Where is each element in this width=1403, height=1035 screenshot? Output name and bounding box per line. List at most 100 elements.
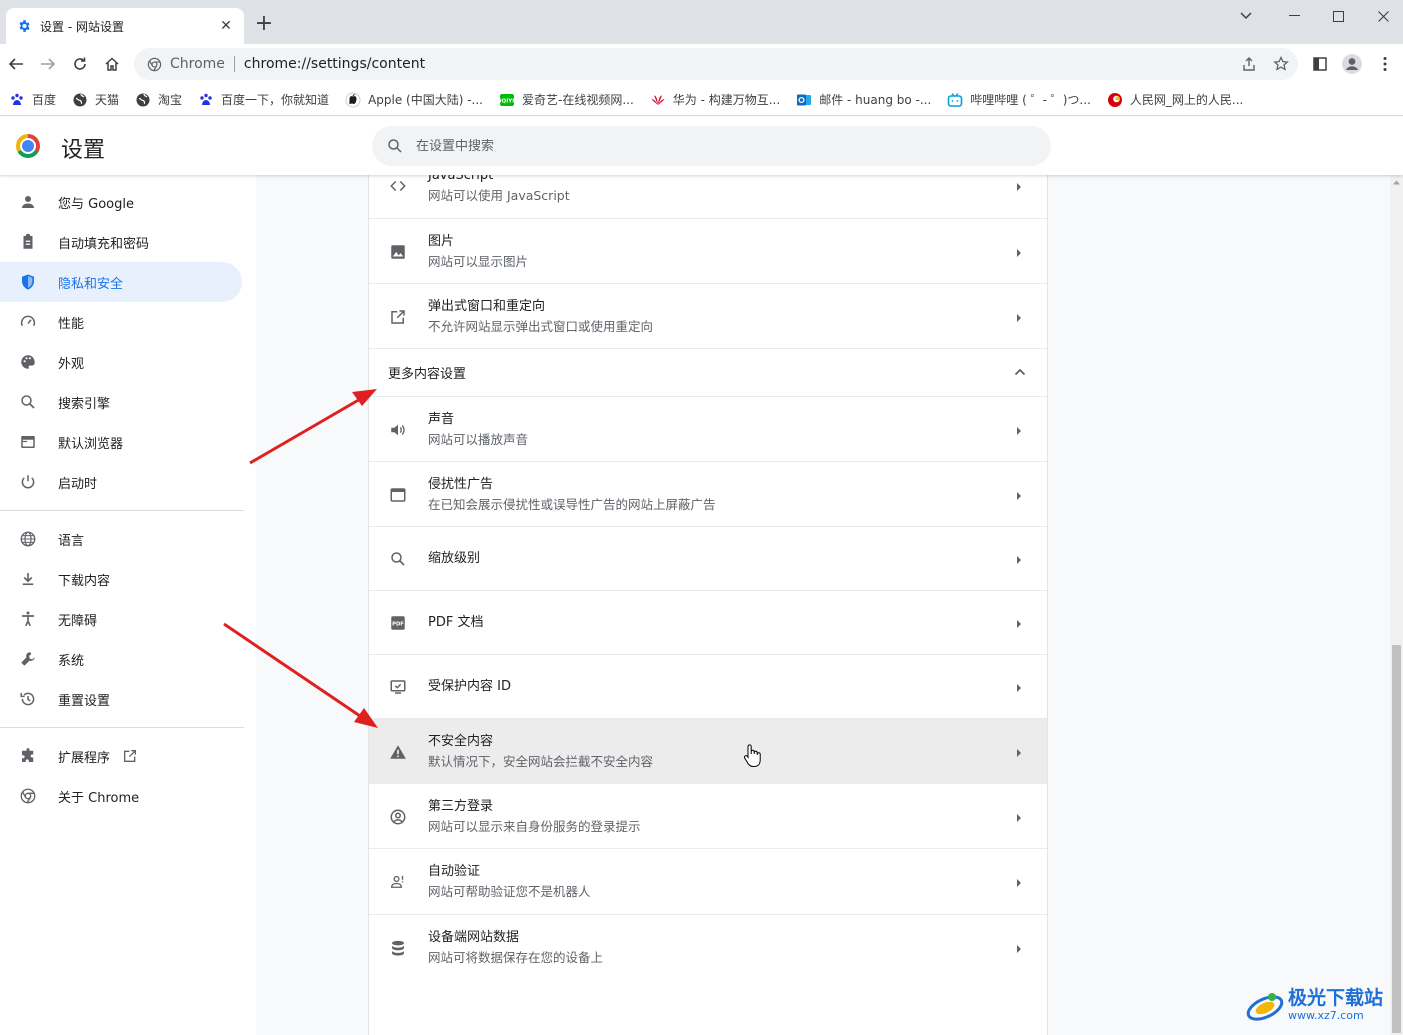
pdf-icon: PDF	[388, 613, 408, 633]
bookmark-item[interactable]: 百度一下，你就知道	[198, 91, 329, 108]
verified-user-icon	[388, 872, 408, 892]
settings-sidebar: 您与 Google 自动填充和密码 隐私和安全性能 外观 搜索引擎 默认浏览器 启动时语言下…	[0, 175, 256, 1035]
new-tab-button[interactable]: +	[254, 13, 274, 35]
page-scrollbar[interactable]	[1390, 175, 1403, 1035]
chevron-right-icon	[1015, 554, 1023, 564]
sidebar-item[interactable]: 外观	[0, 342, 242, 382]
close-window-button[interactable]	[1363, 4, 1403, 28]
sidebar-item[interactable]: 扩展程序	[0, 736, 242, 776]
sidebar-divider	[0, 727, 244, 728]
sidebar-item[interactable]: 自动填充和密码	[0, 222, 242, 262]
globe-icon	[18, 529, 38, 549]
accessibility-icon	[18, 609, 38, 629]
maximize-button[interactable]	[1318, 4, 1358, 28]
bookmark-item[interactable]: iQIYI 爱奇艺-在线视频网...	[499, 91, 634, 108]
bookmark-item[interactable]: 百度	[9, 91, 56, 108]
tab-search-button[interactable]	[1226, 4, 1266, 28]
row-label: 第三方登录	[428, 799, 494, 814]
content-setting-row[interactable]: 第三方登录 网站可以显示来自身份服务的登录提示	[369, 783, 1047, 848]
bookmark-star-icon[interactable]	[1272, 55, 1290, 73]
row-label: 图片	[428, 234, 455, 249]
page-title: 设置	[61, 138, 106, 163]
chevron-right-icon	[1015, 312, 1023, 322]
sidebar-item[interactable]: 语言	[0, 519, 242, 559]
share-icon[interactable]	[1240, 55, 1258, 73]
database-icon	[388, 938, 408, 958]
svg-text:iQIYI: iQIYI	[500, 98, 515, 104]
sidebar-item[interactable]: 您与 Google	[0, 182, 242, 222]
bookmark-item[interactable]: 华为 - 构建万物互...	[650, 91, 780, 108]
menu-button[interactable]	[1372, 51, 1398, 77]
scrollbar-thumb[interactable]	[1392, 645, 1401, 1033]
tab-close-button[interactable]: ✕	[218, 18, 234, 34]
row-label: 自动验证	[428, 864, 481, 879]
bookmark-item[interactable]: 淘宝	[135, 91, 182, 108]
content-setting-row[interactable]: 受保护内容 ID	[369, 654, 1047, 718]
more-vert-icon	[1383, 57, 1387, 71]
content-setting-row[interactable]: 弹出式窗口和重定向 不允许网站显示弹出式窗口或使用重定向	[369, 283, 1047, 348]
content-setting-row[interactable]: 声音 网站可以播放声音	[369, 396, 1047, 461]
sidebar-item-label: 自动填充和密码	[58, 236, 150, 252]
sidebar-item-label: 隐私和安全	[58, 276, 124, 292]
sidebar-item[interactable]: 启动时	[0, 462, 242, 502]
bookmark-item[interactable]: 人民网_网上的人民...	[1107, 91, 1243, 108]
sidebar-item[interactable]: 关于 Chrome	[0, 776, 242, 816]
content-setting-row[interactable]: PDF PDF 文档	[369, 590, 1047, 654]
chrome-site-icon	[146, 56, 162, 72]
content-setting-row[interactable]: 不安全内容 默认情况下，安全网站会拦截不安全内容	[369, 718, 1047, 783]
protected-content-icon	[388, 677, 408, 697]
row-label: 声音	[428, 412, 455, 427]
bookmark-item[interactable]: 哔哩哔哩 ( ゜- ゜)つ...	[947, 91, 1091, 108]
forward-button[interactable]	[35, 51, 61, 77]
chevron-right-icon	[1015, 425, 1023, 435]
sidebar-item[interactable]: 无障碍	[0, 599, 242, 639]
sidebar-item[interactable]: 性能	[0, 302, 242, 342]
side-panel-button[interactable]	[1307, 51, 1333, 77]
back-button[interactable]	[3, 51, 29, 77]
settings-search-box[interactable]	[372, 126, 1051, 166]
row-sublabel: 网站可以显示图片	[428, 254, 529, 269]
settings-search-input[interactable]	[416, 138, 1016, 154]
scroll-up-arrow-icon[interactable]	[1393, 179, 1400, 186]
row-label: 设备端网站数据	[428, 930, 520, 945]
profile-button[interactable]	[1339, 51, 1365, 77]
sidebar-item[interactable]: 默认浏览器	[0, 422, 242, 462]
url-text[interactable]: chrome://settings/content	[244, 56, 425, 72]
row-text: 弹出式窗口和重定向 不允许网站显示弹出式窗口或使用重定向	[428, 297, 653, 337]
content-setting-row[interactable]: 自动验证 网站可帮助验证您不是机器人	[369, 848, 1047, 914]
tab-settings[interactable]: 设置 - 网站设置 ✕	[6, 8, 244, 44]
reload-button[interactable]	[67, 51, 93, 77]
sidebar-item[interactable]: 隐私和安全	[0, 262, 242, 302]
content-setting-row[interactable]: 缩放级别	[369, 526, 1047, 590]
ad-window-icon	[388, 485, 408, 505]
hand-cursor-icon	[743, 744, 761, 767]
chevron-right-icon	[1015, 682, 1023, 692]
sidebar-item[interactable]: 重置设置	[0, 679, 242, 719]
sidebar-item[interactable]: 系统	[0, 639, 242, 679]
browser-icon	[18, 432, 38, 452]
chevron-up-icon[interactable]	[1013, 365, 1027, 379]
sidebar-item-label: 无障碍	[58, 613, 98, 629]
person-icon	[18, 192, 38, 212]
bookmark-item[interactable]: 邮件 - huang bo -...	[796, 91, 931, 108]
bookmark-label: 邮件 - huang bo -...	[819, 93, 932, 107]
bookmark-item[interactable]: Apple (中国大陆) -...	[345, 91, 483, 108]
address-bar[interactable]: Chrome chrome://settings/content	[134, 48, 1298, 80]
bookmark-item[interactable]: 天猫	[72, 91, 119, 108]
sidebar-item[interactable]: 搜索引擎	[0, 382, 242, 422]
globe-icon	[72, 92, 88, 108]
baidu-icon	[9, 92, 25, 108]
iqiyi-icon: iQIYI	[499, 92, 515, 108]
more-content-settings-header[interactable]: 更多内容设置	[369, 348, 1047, 396]
row-label: 侵扰性广告	[428, 477, 494, 492]
content-setting-row[interactable]: JavaScript 网站可以使用 JavaScript	[369, 175, 1047, 218]
people-icon	[1107, 92, 1123, 108]
home-button[interactable]	[99, 51, 125, 77]
content-setting-row[interactable]: 设备端网站数据 网站可将数据保存在您的设备上	[369, 914, 1047, 979]
content-setting-row[interactable]: 图片网站可以显示图片	[369, 218, 1047, 283]
content-setting-row[interactable]: 侵扰性广告 在已知会展示侵扰性或误导性广告的网站上屏蔽广告	[369, 461, 1047, 526]
sidebar-item[interactable]: 下载内容	[0, 559, 242, 599]
minimize-button[interactable]	[1274, 4, 1314, 28]
side-panel-icon	[1313, 57, 1327, 71]
volume-icon	[388, 420, 408, 440]
